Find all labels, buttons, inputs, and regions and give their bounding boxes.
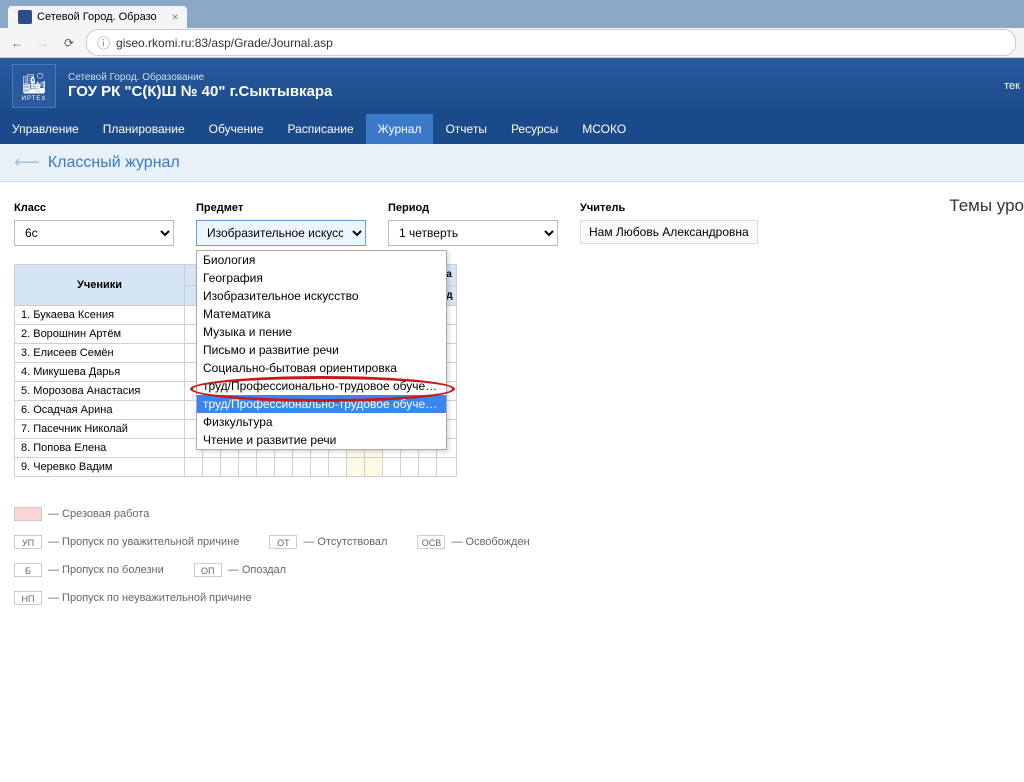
info-icon: ⓘ <box>97 33 110 52</box>
student-name: 3. Елисеев Семён <box>15 344 185 363</box>
page-title: Классный журнал <box>48 154 180 172</box>
grade-cell[interactable] <box>419 458 437 477</box>
content: Темы уро Класс 6с Предмет Изобразительно… <box>0 182 1024 782</box>
grade-cell[interactable] <box>221 458 239 477</box>
student-name: 1. Букаева Ксения <box>15 306 185 325</box>
tab-title: Сетевой Город. Образо <box>37 11 157 23</box>
grade-cell[interactable] <box>203 458 221 477</box>
period-select[interactable]: 1 четверть <box>388 220 558 246</box>
student-name: 7. Пасечник Николай <box>15 420 185 439</box>
nav-item-4[interactable]: Журнал <box>366 114 434 144</box>
grade-cell[interactable] <box>329 458 347 477</box>
grade-cell[interactable] <box>239 458 257 477</box>
class-label: Класс <box>14 202 174 214</box>
grade-cell[interactable] <box>275 458 293 477</box>
subject-dropdown[interactable]: БиологияГеографияИзобразительное искусст… <box>196 250 447 450</box>
dropdown-option[interactable]: Биология <box>197 251 446 269</box>
nav-item-0[interactable]: Управление <box>0 114 91 144</box>
period-label: Период <box>388 202 558 214</box>
filter-class: Класс 6с <box>14 202 174 246</box>
app-titles: Сетевой Город. Образование ГОУ РК "С(К)Ш… <box>68 72 332 100</box>
browser-tab[interactable]: Сетевой Город. Образо × <box>8 6 187 28</box>
grade-cell[interactable] <box>311 458 329 477</box>
dropdown-option[interactable]: Математика <box>197 305 446 323</box>
class-select[interactable]: 6с <box>14 220 174 246</box>
filter-teacher: Учитель Нам Любовь Александровна <box>580 202 758 246</box>
students-header: Ученики <box>15 265 185 306</box>
favicon-icon <box>18 10 32 24</box>
subject-label: Предмет <box>196 202 366 214</box>
close-icon[interactable]: × <box>172 10 179 24</box>
app-header: 🏙 ИРТЕХ Сетевой Город. Образование ГОУ Р… <box>0 58 1024 114</box>
student-name: 9. Черевко Вадим <box>15 458 185 477</box>
legend-osv: ОСВ— Освобожден <box>417 535 529 549</box>
app-subtitle: Сетевой Город. Образование <box>68 72 332 83</box>
app-title: ГОУ РК "С(К)Ш № 40" г.Сыктывкара <box>68 83 332 100</box>
dropdown-option[interactable]: Изобразительное искусство <box>197 287 446 305</box>
legend-up: УП— Пропуск по уважительной причине <box>14 535 239 549</box>
grade-cell[interactable] <box>365 458 383 477</box>
filter-period: Период 1 четверть <box>388 202 558 246</box>
grade-cell[interactable] <box>257 458 275 477</box>
address-bar: ← → ⟳ ⓘ giseo.rkomi.ru:83/asp/Grade/Jour… <box>0 28 1024 58</box>
tab-bar: Сетевой Город. Образо × <box>0 0 1024 28</box>
app-logo: 🏙 ИРТЕХ <box>12 64 56 108</box>
teacher-value: Нам Любовь Александровна <box>580 220 758 244</box>
teacher-label: Учитель <box>580 202 758 214</box>
nav-item-6[interactable]: Ресурсы <box>499 114 570 144</box>
back-icon[interactable]: ← <box>8 34 26 52</box>
subject-select[interactable]: Изобразительное искусство <box>196 220 366 246</box>
dropdown-option[interactable]: Письмо и развитие речи <box>197 341 446 359</box>
logo-icon: 🏙 <box>21 71 46 96</box>
legend-ot: ОТ— Отсутствовал <box>269 535 387 549</box>
grade-cell[interactable] <box>383 458 401 477</box>
grade-cell[interactable] <box>293 458 311 477</box>
legend-np: НП— Пропуск по неуважительной причине <box>14 591 251 605</box>
legend-srez: — Срезовая работа <box>14 507 149 521</box>
forward-icon[interactable]: → <box>34 34 52 52</box>
back-arrow-icon[interactable]: ⟵ <box>14 152 40 173</box>
page-title-bar: ⟵ Классный журнал <box>0 144 1024 182</box>
summary-cell <box>437 458 457 477</box>
grade-cell[interactable] <box>401 458 419 477</box>
grade-cell[interactable] <box>347 458 365 477</box>
nav-item-2[interactable]: Обучение <box>197 114 276 144</box>
legend-b: Б— Пропуск по болезни <box>14 563 164 577</box>
student-name: 4. Микушева Дарья <box>15 363 185 382</box>
main-nav: УправлениеПланированиеОбучениеРасписание… <box>0 114 1024 144</box>
grade-cell[interactable] <box>185 458 203 477</box>
url-input[interactable]: ⓘ giseo.rkomi.ru:83/asp/Grade/Journal.as… <box>86 29 1016 56</box>
dropdown-option[interactable]: Музыка и пение <box>197 323 446 341</box>
dropdown-option[interactable]: Чтение и развитие речи <box>197 431 446 449</box>
dropdown-option[interactable]: Физкультура <box>197 413 446 431</box>
nav-item-5[interactable]: Отчеты <box>433 114 498 144</box>
journal-table-wrap: Ученикикаод1. Букаева Ксения2. Ворошнин … <box>14 264 1010 477</box>
pink-swatch <box>14 507 42 521</box>
url-text: giseo.rkomi.ru:83/asp/Grade/Journal.asp <box>116 36 333 50</box>
legend-op: ОП— Опоздал <box>194 563 286 577</box>
legend: — Срезовая работа УП— Пропуск по уважите… <box>14 507 1010 605</box>
dropdown-option[interactable]: труд/Профессионально-трудовое обучение/С… <box>197 377 446 395</box>
student-name: 8. Попова Елена <box>15 439 185 458</box>
logo-label: ИРТЕХ <box>22 96 47 102</box>
student-name: 5. Морозова Анастасия <box>15 382 185 401</box>
reload-icon[interactable]: ⟳ <box>60 34 78 52</box>
dropdown-option[interactable]: труд/Профессионально-трудовое обучение/Ш… <box>197 395 446 413</box>
dropdown-option[interactable]: География <box>197 269 446 287</box>
filters: Класс 6с Предмет Изобразительное искусст… <box>14 202 1010 246</box>
student-name: 6. Осадчая Арина <box>15 401 185 420</box>
dropdown-option[interactable]: Социально-бытовая ориентировка <box>197 359 446 377</box>
nav-item-1[interactable]: Планирование <box>91 114 197 144</box>
topics-heading: Темы уро <box>949 196 1024 216</box>
browser-chrome: Сетевой Город. Образо × ← → ⟳ ⓘ giseo.rk… <box>0 0 1024 58</box>
student-name: 2. Ворошнин Артём <box>15 325 185 344</box>
nav-item-7[interactable]: МСОКО <box>570 114 638 144</box>
filter-subject: Предмет Изобразительное искусство <box>196 202 366 246</box>
header-right-text: тек <box>1004 80 1020 92</box>
table-row: 9. Черевко Вадим <box>15 458 457 477</box>
nav-item-3[interactable]: Расписание <box>276 114 366 144</box>
